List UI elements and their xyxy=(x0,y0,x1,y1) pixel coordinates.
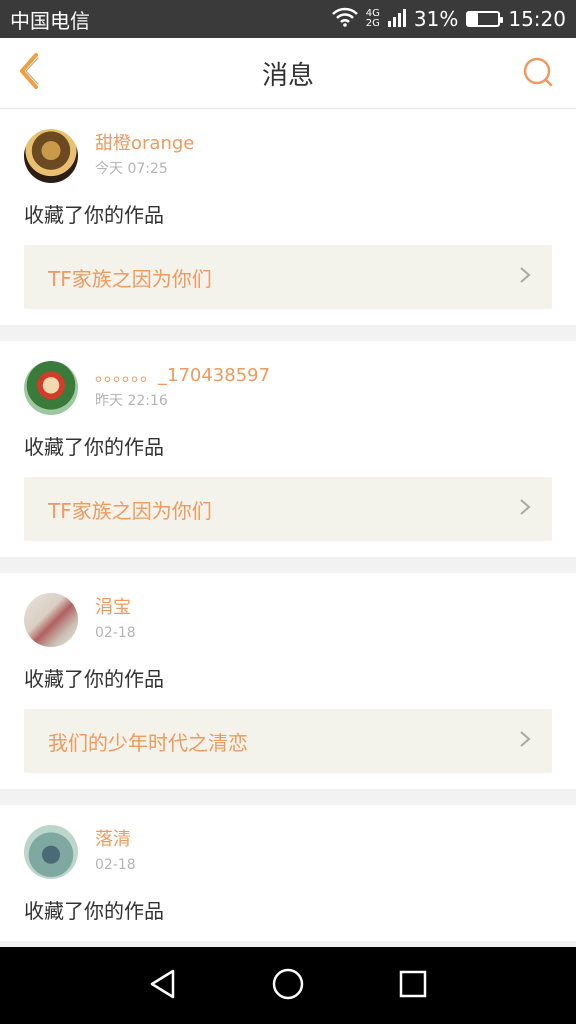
recents-square-icon xyxy=(398,969,428,1003)
message-card: 落清 02-18 收藏了你的作品 xyxy=(0,805,576,941)
network-type: 4G 2G xyxy=(365,8,380,29)
back-triangle-icon xyxy=(148,968,178,1004)
user-info: 涓宝 02-18 xyxy=(95,597,136,643)
back-chevron-icon xyxy=(16,51,44,95)
timestamp: 02-18 xyxy=(95,857,136,873)
battery-percent: 31% xyxy=(413,7,459,31)
message-card: 。。。。。。_170438597 昨天 22:16 收藏了你的作品 TF家族之因… xyxy=(0,341,576,557)
user-info: 。。。。。。_170438597 昨天 22:16 xyxy=(95,365,270,411)
action-text: 收藏了你的作品 xyxy=(24,435,164,459)
clock: 15:20 xyxy=(508,7,566,31)
work-title: TF家族之因为你们 xyxy=(48,498,212,523)
nav-back-button[interactable] xyxy=(143,966,183,1006)
avatar[interactable] xyxy=(24,825,78,879)
chevron-right-icon xyxy=(518,729,532,753)
message-card: 甜橙orange 今天 07:25 收藏了你的作品 TF家族之因为你们 xyxy=(0,109,576,325)
chevron-right-icon xyxy=(518,497,532,521)
timestamp: 今天 07:25 xyxy=(95,161,168,177)
status-bar: 中国电信 4G 2G 31% 15:20 xyxy=(0,0,576,38)
battery-icon xyxy=(466,11,504,27)
wifi-icon xyxy=(331,7,358,32)
user-info: 落清 02-18 xyxy=(95,829,136,875)
app-header: 消息 xyxy=(0,38,576,109)
search-button[interactable] xyxy=(516,52,560,96)
nav-recents-button[interactable] xyxy=(393,966,433,1006)
avatar[interactable] xyxy=(24,361,78,415)
search-icon xyxy=(520,54,556,94)
user-row: 甜橙orange 今天 07:25 xyxy=(24,129,552,183)
action-text: 收藏了你的作品 xyxy=(24,203,164,227)
username[interactable]: 落清 xyxy=(95,829,136,851)
action-text: 收藏了你的作品 xyxy=(24,667,164,691)
username[interactable]: 涓宝 xyxy=(95,597,136,619)
avatar[interactable] xyxy=(24,593,78,647)
user-row: 涓宝 02-18 xyxy=(24,593,552,647)
work-link[interactable]: 我们的少年时代之清恋 xyxy=(24,709,552,773)
page-title: 消息 xyxy=(261,60,314,91)
username[interactable]: 。。。。。。_170438597 xyxy=(95,365,270,387)
action-text: 收藏了你的作品 xyxy=(24,899,164,923)
user-row: 落清 02-18 xyxy=(24,825,552,879)
back-button[interactable] xyxy=(10,50,50,96)
work-title: 我们的少年时代之清恋 xyxy=(48,730,248,755)
timestamp: 昨天 22:16 xyxy=(95,393,168,409)
work-link[interactable]: TF家族之因为你们 xyxy=(24,245,552,309)
work-title: TF家族之因为你们 xyxy=(48,266,212,291)
carrier-label: 中国电信 xyxy=(10,8,90,33)
message-card: 涓宝 02-18 收藏了你的作品 我们的少年时代之清恋 xyxy=(0,573,576,789)
timestamp: 02-18 xyxy=(95,625,136,641)
avatar[interactable] xyxy=(24,129,78,183)
message-list[interactable]: 甜橙orange 今天 07:25 收藏了你的作品 TF家族之因为你们 。。。。… xyxy=(0,109,576,947)
username[interactable]: 甜橙orange xyxy=(95,133,194,155)
chevron-right-icon xyxy=(518,265,532,289)
signal-icon xyxy=(387,7,406,32)
user-info: 甜橙orange 今天 07:25 xyxy=(95,133,194,179)
work-link[interactable]: TF家族之因为你们 xyxy=(24,477,552,541)
nav-home-button[interactable] xyxy=(268,966,308,1006)
home-circle-icon xyxy=(272,968,304,1004)
system-nav-bar xyxy=(0,947,576,1024)
user-row: 。。。。。。_170438597 昨天 22:16 xyxy=(24,361,552,415)
